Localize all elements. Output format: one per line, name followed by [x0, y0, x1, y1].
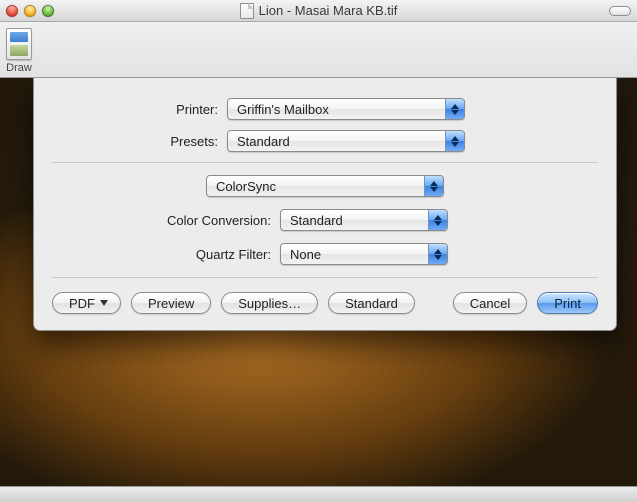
- drawer-thumbnail-icon: [6, 28, 32, 60]
- quartz-filter-label: Quartz Filter:: [52, 247, 280, 262]
- titlebar: Lion - Masai Mara KB.tif: [0, 0, 637, 22]
- presets-popup-value: Standard: [237, 134, 290, 149]
- printer-popup-value: Griffin's Mailbox: [237, 102, 329, 117]
- presets-label: Presets:: [52, 134, 227, 149]
- zoom-window-button[interactable]: [42, 5, 54, 17]
- printer-label: Printer:: [52, 102, 227, 117]
- color-conversion-popup[interactable]: Standard: [280, 209, 448, 231]
- app-window: Lion - Masai Mara KB.tif Draw Printer: G…: [0, 0, 637, 502]
- divider: [52, 162, 598, 163]
- window-status-bar: [0, 486, 637, 502]
- app-toolbar: Draw: [0, 22, 637, 78]
- popup-arrows-icon: [424, 176, 443, 196]
- standard-button[interactable]: Standard: [328, 292, 415, 314]
- popup-arrows-icon: [445, 131, 464, 151]
- print-button[interactable]: Print: [537, 292, 598, 314]
- standard-button-label: Standard: [345, 296, 398, 311]
- presets-popup[interactable]: Standard: [227, 130, 465, 152]
- document-proxy-icon[interactable]: [240, 3, 254, 19]
- divider: [52, 277, 598, 278]
- document-view: Printer: Griffin's Mailbox Presets: Stan…: [0, 78, 637, 502]
- window-controls: [6, 5, 54, 17]
- popup-arrows-icon: [428, 244, 447, 264]
- pdf-menu-button[interactable]: PDF: [52, 292, 121, 314]
- drawer-toolbar-label: Draw: [6, 62, 32, 74]
- popup-arrows-icon: [445, 99, 464, 119]
- cancel-button-label: Cancel: [470, 296, 510, 311]
- chevron-down-icon: [100, 300, 108, 306]
- minimize-window-button[interactable]: [24, 5, 36, 17]
- color-conversion-value: Standard: [290, 213, 343, 228]
- quartz-filter-popup[interactable]: None: [280, 243, 448, 265]
- close-window-button[interactable]: [6, 5, 18, 17]
- toolbar-toggle-button[interactable]: [609, 6, 631, 16]
- preview-button[interactable]: Preview: [131, 292, 211, 314]
- preview-button-label: Preview: [148, 296, 194, 311]
- printer-popup[interactable]: Griffin's Mailbox: [227, 98, 465, 120]
- color-conversion-label: Color Conversion:: [52, 213, 280, 228]
- print-dialog-sheet: Printer: Griffin's Mailbox Presets: Stan…: [33, 78, 617, 331]
- cancel-button[interactable]: Cancel: [453, 292, 527, 314]
- quartz-filter-value: None: [290, 247, 321, 262]
- dialog-button-bar: PDF Preview Supplies… Standard Cancel Pr: [52, 292, 598, 314]
- print-button-label: Print: [554, 296, 581, 311]
- window-title: Lion - Masai Mara KB.tif: [259, 3, 398, 18]
- drawer-toolbar-item[interactable]: Draw: [6, 28, 32, 74]
- settings-pane-value: ColorSync: [216, 179, 276, 194]
- supplies-button-label: Supplies…: [238, 296, 301, 311]
- pdf-menu-label: PDF: [69, 296, 95, 311]
- supplies-button[interactable]: Supplies…: [221, 292, 318, 314]
- popup-arrows-icon: [428, 210, 447, 230]
- settings-pane-popup[interactable]: ColorSync: [206, 175, 444, 197]
